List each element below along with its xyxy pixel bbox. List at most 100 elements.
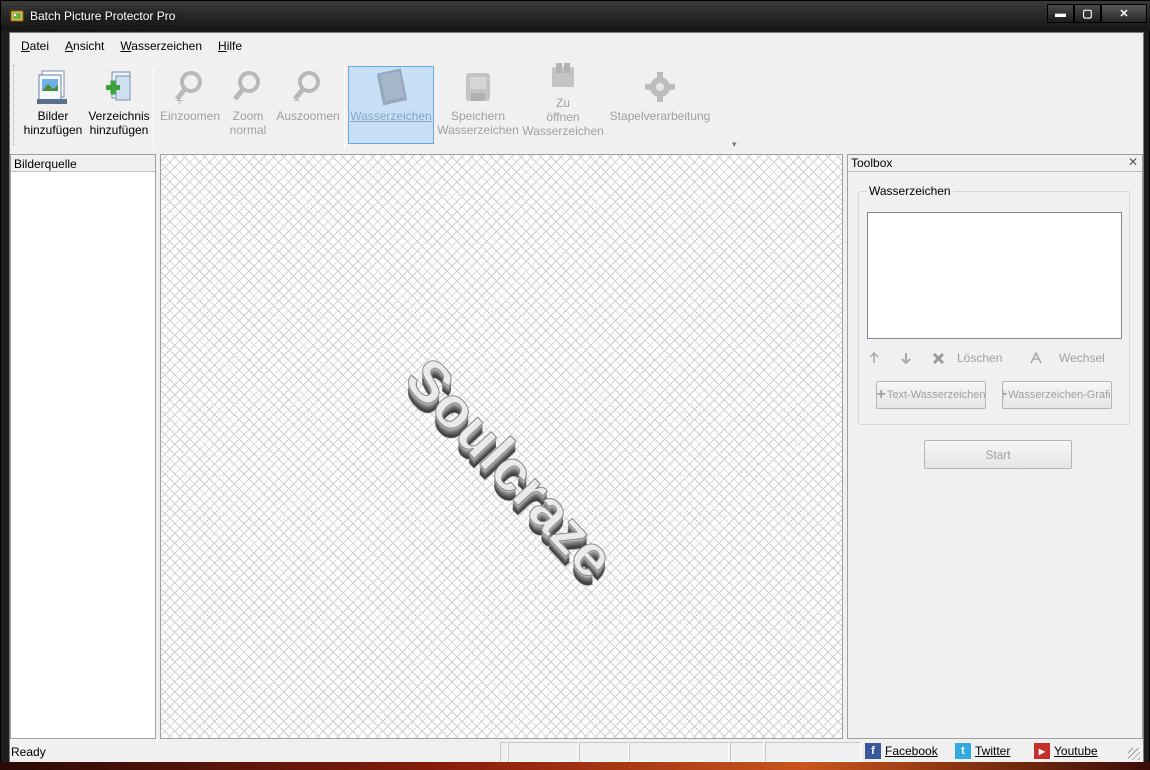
svg-text:–: – <box>294 93 300 105</box>
batch-processing-button[interactable]: Stapelverarbeitung <box>606 67 714 145</box>
add-images-label-1: Bilder <box>37 109 69 123</box>
status-cell <box>765 742 861 762</box>
menu-ansicht-label: nsicht <box>73 39 105 53</box>
status-cell <box>579 742 629 762</box>
menu-hilfe-mnemonic: H <box>218 39 227 53</box>
zoom-in-button[interactable]: + Einzoomen <box>160 67 220 145</box>
save-watermark-label-2: Wasserzeichen <box>437 123 519 137</box>
status-cell <box>730 742 764 762</box>
zoom-normal-label-1: Zoom <box>232 109 264 123</box>
save-watermark-button[interactable]: Speichern Wasserzeichen <box>436 67 520 145</box>
menu-hilfe-label: ilfe <box>226 39 243 53</box>
image-source-header: Bilderquelle <box>11 155 155 172</box>
watermark-icon <box>373 67 409 107</box>
zoom-out-label: Auszoomen <box>276 109 340 123</box>
start-button[interactable]: Start <box>924 440 1072 469</box>
minimize-button[interactable]: ▬ <box>1047 4 1074 23</box>
switch-label: Wechsel <box>1059 351 1105 365</box>
status-cell <box>508 742 578 762</box>
preview-canvas[interactable]: Soulcraze <box>160 154 843 739</box>
add-folder-button[interactable]: Verzeichnis hinzufügen <box>86 67 152 145</box>
watermark-preview-text[interactable]: Soulcraze <box>392 345 628 591</box>
facebook-label: Facebook <box>885 744 938 758</box>
image-source-panel: Bilderquelle <box>10 154 156 739</box>
status-cell <box>629 742 729 762</box>
close-button[interactable]: ✕ <box>1101 4 1147 23</box>
plus-icon: + <box>876 386 886 403</box>
twitter-label: Twitter <box>975 744 1011 758</box>
open-watermark-button[interactable]: Zu öffnen Wasserzeichen <box>520 60 606 138</box>
batch-processing-label: Stapelverarbeitung <box>609 109 711 123</box>
menu-ansicht[interactable]: Ansicht <box>65 39 104 57</box>
zoom-in-icon: + <box>172 67 208 107</box>
watermark-group-title: Wasserzeichen <box>867 184 953 198</box>
zoom-out-icon: – <box>290 67 326 107</box>
toolbox-panel: Toolbox ✕ Wasserzeichen Löschen Wechsel … <box>847 154 1143 739</box>
status-cell <box>500 742 508 762</box>
arrow-down-icon <box>899 351 913 365</box>
toolbox-close-icon[interactable]: ✕ <box>1128 155 1138 169</box>
images-icon <box>35 67 71 107</box>
add-folder-label-1: Verzeichnis <box>88 109 150 123</box>
status-text: Ready <box>11 745 46 759</box>
facebook-icon: f <box>865 743 881 759</box>
toolbar-separator <box>344 65 345 149</box>
open-watermark-label-3: Wasserzeichen <box>522 124 604 138</box>
open-icon <box>545 60 581 94</box>
plus-icon: + <box>1003 386 1007 404</box>
zoom-normal-button[interactable]: Zoom normal <box>222 67 274 145</box>
watermark-list[interactable] <box>867 212 1122 339</box>
maximize-button[interactable]: ▢ <box>1074 4 1101 23</box>
menu-ansicht-mnemonic: A <box>65 39 74 53</box>
toolbar-separator <box>153 65 154 149</box>
zoom-out-button[interactable]: – Auszoomen <box>274 67 342 145</box>
switch-button[interactable]: Wechsel <box>1029 351 1105 365</box>
twitter-link[interactable]: t Twitter <box>955 743 1010 759</box>
menu-datei[interactable]: Datei <box>21 39 49 57</box>
facebook-link[interactable]: f Facebook <box>865 743 938 759</box>
arrow-up-icon <box>867 351 881 365</box>
toolbar-overflow-chevron-icon[interactable]: ▾ <box>732 139 737 150</box>
youtube-link[interactable]: ▶ Youtube <box>1034 743 1098 759</box>
watermark-button[interactable]: Wasserzeichen <box>348 66 434 144</box>
save-watermark-label-1: Speichern <box>450 109 506 123</box>
menu-hilfe[interactable]: Hilfe <box>218 39 242 57</box>
toolbox-header: Toolbox ✕ <box>848 155 1142 172</box>
desktop-background-strip <box>0 762 1150 770</box>
add-text-watermark-button[interactable]: + Text-Wasserzeichen <box>876 381 986 409</box>
open-watermark-label-2: öffnen <box>546 110 580 124</box>
switch-icon <box>1029 351 1043 365</box>
add-folder-label-2: hinzufügen <box>89 123 149 137</box>
add-images-button[interactable]: Bilder hinzufügen <box>20 67 86 145</box>
youtube-label: Youtube <box>1054 744 1098 758</box>
resize-grip[interactable] <box>1128 748 1140 760</box>
menu-wasserzeichen[interactable]: Wasserzeichen <box>120 39 202 57</box>
add-graphic-watermark-button[interactable]: +Wasserzeichen-Grafik <box>1002 381 1112 409</box>
watermark-label: Wasserzeichen <box>350 109 432 123</box>
move-up-button[interactable] <box>867 351 895 365</box>
open-watermark-label-1: Zu <box>555 96 570 110</box>
gear-icon <box>642 67 678 107</box>
status-bar: Ready f Facebook t Twitter ▶ Youtube <box>10 741 1143 763</box>
window-controls: ▬ ▢ ✕ <box>1047 4 1147 23</box>
delete-button[interactable]: Löschen <box>931 351 1002 365</box>
menu-bar: Datei Ansicht Wasserzeichen Hilfe <box>10 33 1143 57</box>
move-down-button[interactable] <box>899 351 927 365</box>
delete-label: Löschen <box>957 351 1003 365</box>
title-bar[interactable]: Batch Picture Protector Pro ▬ ▢ ✕ <box>1 1 1150 31</box>
folder-add-icon <box>101 67 137 107</box>
toolbox-title: Toolbox <box>851 156 893 170</box>
twitter-icon: t <box>955 743 971 759</box>
client-area: Datei Ansicht Wasserzeichen Hilfe Bilder <box>9 32 1144 763</box>
window-title: Batch Picture Protector Pro <box>30 9 176 23</box>
toolbar-grip[interactable] <box>13 65 16 145</box>
zoom-normal-icon <box>230 67 266 107</box>
add-text-watermark-label: Text-Wasserzeichen <box>886 389 986 401</box>
menu-datei-label: atei <box>29 39 50 53</box>
toolbar: Bilder hinzufügen Verzeichnis hinzufügen <box>10 59 1143 151</box>
zoom-normal-label-2: normal <box>229 123 267 137</box>
svg-text:+: + <box>175 94 184 105</box>
zoom-in-label: Einzoomen <box>159 109 221 123</box>
app-icon <box>10 10 24 22</box>
add-images-label-2: hinzufügen <box>23 123 83 137</box>
